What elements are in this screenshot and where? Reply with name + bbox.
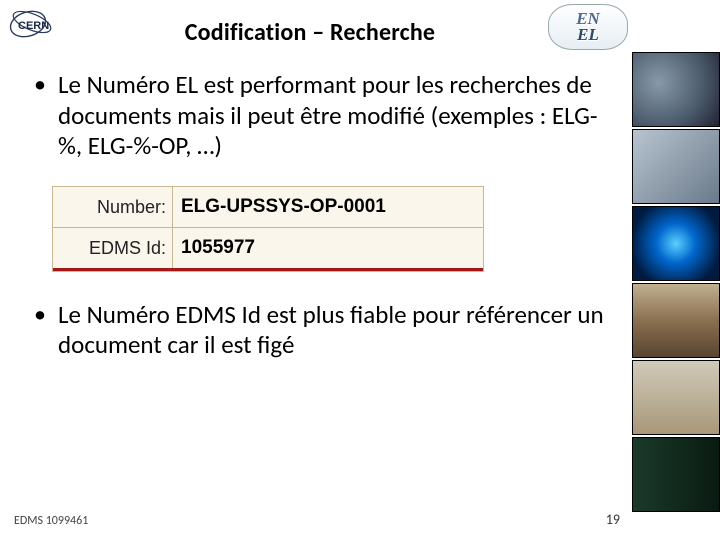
field-label-edmsid: EDMS Id:	[53, 228, 173, 268]
en-el-logo: EN EL	[548, 4, 628, 50]
bullet-item: Le Numéro EDMS Id est plus fiable pour r…	[34, 300, 608, 361]
thumb-image	[632, 206, 720, 281]
en-el-line2: EL	[577, 27, 599, 43]
table-row: EDMS Id: 1055977	[53, 228, 483, 271]
record-table: Number: ELG-UPSSYS-OP-0001 EDMS Id: 1055…	[52, 186, 484, 272]
page-number: 19	[606, 511, 620, 528]
thumb-image	[632, 129, 720, 204]
thumb-image	[632, 52, 720, 127]
bullet-item: Le Numéro EL est performant pour les rec…	[34, 70, 608, 162]
slide-content: Le Numéro EL est performant pour les rec…	[0, 70, 620, 385]
field-label-number: Number:	[53, 187, 173, 227]
image-strip	[632, 52, 720, 512]
thumb-image	[632, 360, 720, 435]
footer-docref: EDMS 1099461	[14, 514, 88, 528]
field-value-number: ELG-UPSSYS-OP-0001	[173, 196, 483, 218]
slide-title: Codification – Recherche	[0, 18, 620, 47]
thumb-image	[632, 437, 720, 512]
field-value-edmsid: 1055977	[173, 237, 483, 259]
thumb-image	[632, 283, 720, 358]
table-row: Number: ELG-UPSSYS-OP-0001	[53, 187, 483, 228]
